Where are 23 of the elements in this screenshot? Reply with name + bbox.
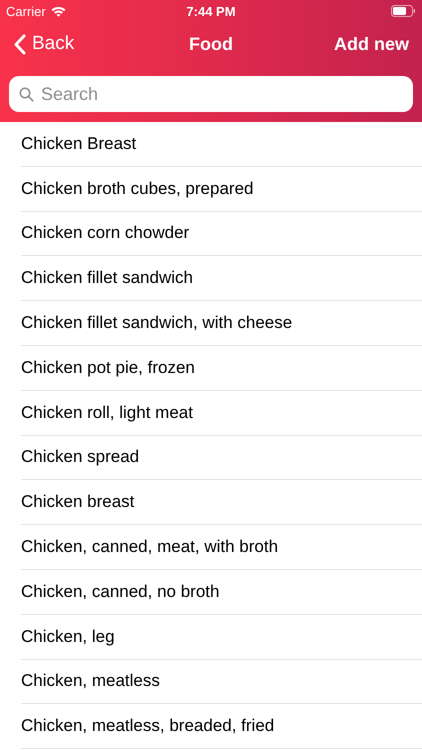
back-button[interactable]: Back — [13, 33, 74, 55]
food-item[interactable]: Chicken roll, light meat — [21, 390, 422, 436]
food-item[interactable]: Chicken spread — [21, 436, 422, 480]
status-time: 7:44 PM — [186, 4, 236, 18]
carrier-label: Carrier — [6, 4, 46, 18]
battery-icon — [391, 5, 416, 17]
food-item[interactable]: Chicken, canned, no broth — [21, 570, 422, 615]
wifi-icon — [50, 6, 66, 16]
chevron-left-icon — [13, 34, 26, 54]
food-item[interactable]: Chicken fillet sandwich — [21, 256, 422, 302]
food-item[interactable]: Chicken corn chowder — [21, 212, 422, 256]
food-item[interactable]: Chicken, leg — [21, 614, 422, 660]
food-item[interactable]: Chicken breast — [21, 480, 422, 526]
food-item[interactable]: Chicken Breast — [21, 122, 422, 167]
add-new-button[interactable]: Add new — [334, 34, 409, 54]
food-item[interactable]: Chicken, meatless, breaded, fried — [21, 704, 422, 750]
food-item[interactable]: Chicken broth cubes, prepared — [21, 166, 422, 212]
food-item[interactable]: Chicken, meatless — [21, 660, 422, 704]
nav-title: Food — [189, 34, 233, 54]
search-field[interactable]: Search — [9, 76, 413, 112]
food-item[interactable]: Chicken, canned, meat, with broth — [21, 525, 422, 570]
food-item[interactable]: Chicken pot pie, frozen — [21, 346, 422, 391]
food-item[interactable]: Chicken fillet sandwich, with cheese — [21, 301, 422, 346]
